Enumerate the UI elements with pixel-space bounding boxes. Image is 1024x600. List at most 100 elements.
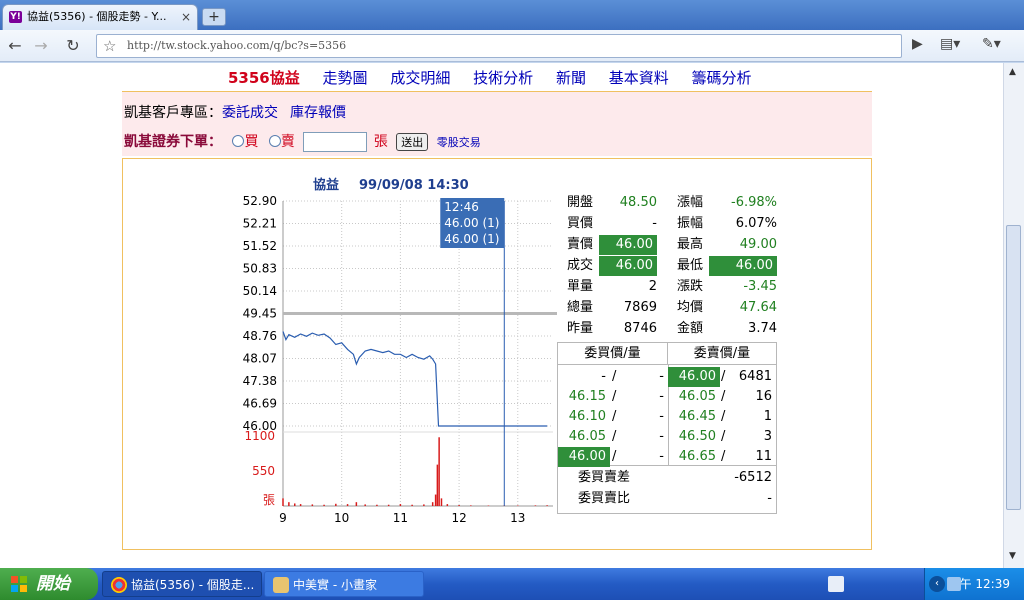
tooltip-price: 46.00 (1) xyxy=(444,216,499,230)
inventory-link[interactable]: 庫存報價 xyxy=(290,105,346,121)
y-tick-label: 52.90 xyxy=(243,194,277,208)
submit-button[interactable]: 送出 xyxy=(396,133,429,151)
y-tick-label: 52.21 xyxy=(243,217,277,231)
order-buy-sep: / xyxy=(612,389,617,404)
buy-header: 委買價/量 xyxy=(558,343,668,365)
prev-volume-label: 昨量 xyxy=(567,321,594,336)
scrollbar-thumb[interactable] xyxy=(1006,225,1021,510)
change-value: -3.45 xyxy=(743,279,777,294)
avg-price-value: 47.64 xyxy=(739,300,777,315)
chart-datetime: 99/09/08 14:30 xyxy=(359,178,469,193)
start-label: 開始 xyxy=(36,574,70,594)
system-tray: ‹ 上午 12:39 xyxy=(924,568,1024,600)
order-buy-qty: - xyxy=(659,369,664,384)
chrome-icon xyxy=(111,577,127,593)
odd-lot-link[interactable]: 零股交易 xyxy=(437,136,481,149)
y-tick-label: 50.14 xyxy=(243,284,277,298)
minimize-button[interactable] xyxy=(924,0,954,18)
nav-link-basic[interactable]: 基本資料 xyxy=(609,69,669,87)
order-buy-price: 46.15 xyxy=(568,389,606,404)
last-label: 成交 xyxy=(567,258,594,273)
amplitude-label: 振幅 xyxy=(677,216,704,231)
play-icon[interactable]: ▶ xyxy=(912,36,923,52)
change-pct-label: 漲幅 xyxy=(677,195,704,210)
taskbar-item-browser[interactable]: 協益(5356) - 個股走... xyxy=(102,571,262,597)
forward-arrow-icon[interactable]: → xyxy=(30,36,52,56)
order-buy-qty: - xyxy=(659,449,664,464)
window-controls xyxy=(924,0,1024,22)
page-scrollbar[interactable]: ▲ ▼ xyxy=(1003,63,1024,568)
address-bar[interactable]: ☆ http://tw.stock.yahoo.com/q/bc?s=5356 xyxy=(96,34,902,58)
order-buy-qty: - xyxy=(659,409,664,424)
change-pct-value: -6.98% xyxy=(731,195,777,210)
chart-stock-name: 協益 xyxy=(313,177,339,193)
network-icon[interactable] xyxy=(947,577,961,591)
stock-code: 5356 xyxy=(228,69,270,87)
open-value: 48.50 xyxy=(619,195,657,210)
order-ratio-label: 委買賣比 xyxy=(578,491,631,506)
stock-name: 協益 xyxy=(269,69,300,87)
order-book: 委買價/量 委賣價/量 - / -46.00/6481 46.15/-46.05/16… xyxy=(557,342,777,514)
bookmark-star-icon[interactable]: ☆ xyxy=(103,37,116,55)
entrust-link[interactable]: 委託成交 xyxy=(222,105,278,121)
back-arrow-icon[interactable]: ← xyxy=(4,36,26,56)
sell-radio[interactable] xyxy=(268,135,281,147)
order-sell-price: 46.45 xyxy=(678,409,716,424)
order-ratio-value: - xyxy=(767,491,772,506)
close-window-button[interactable] xyxy=(984,0,1014,18)
order-buy-sep: / xyxy=(612,409,617,424)
paint-icon xyxy=(273,577,289,593)
tray-app-icon[interactable] xyxy=(828,576,844,592)
tab-close-icon[interactable]: × xyxy=(181,5,191,29)
tab-title: 協益(5356) - 個股走勢 - Y... xyxy=(27,10,167,23)
order-sell-qty: 1 xyxy=(763,409,772,424)
browser-tab[interactable]: Y! 協益(5356) - 個股走勢 - Y... × xyxy=(2,4,198,30)
page-content: 5356協益 走勢圖 成交明細 技術分析 新聞 基本資料 籌碼分析 凱基客戶專區… xyxy=(0,63,1003,568)
taskbar-item-paint[interactable]: 中美實 - 小畫家 xyxy=(264,571,424,597)
nav-link-news[interactable]: 新聞 xyxy=(556,69,586,87)
order-buy-price: 46.10 xyxy=(568,409,606,424)
browser-toolbar: ← → ↻ ☆ http://tw.stock.yahoo.com/q/bc?s… xyxy=(0,30,1024,62)
new-tab-button[interactable]: + xyxy=(202,8,226,26)
buy-radio[interactable] xyxy=(232,135,245,147)
y-axis-ticks: 52.90 52.21 51.52 50.83 50.14 49.45 48.76 48.07… xyxy=(243,194,277,433)
last-value: 46.00 xyxy=(599,256,657,276)
page-menu-icon[interactable]: ▤▾ xyxy=(940,36,960,52)
nav-link-trend[interactable]: 走勢圖 xyxy=(323,69,368,87)
y-tick-label: 46.69 xyxy=(243,397,277,411)
broker-panel: 凱基客戶專區：委託成交 庫存報價 凱基證券下單： 買 賣 張 送出 零股交易 xyxy=(122,92,872,156)
wrench-menu-icon[interactable]: ✎▾ xyxy=(982,36,1001,52)
single-volume-label: 單量 xyxy=(567,279,594,294)
quantity-input[interactable] xyxy=(303,132,368,152)
sell-header: 委賣價/量 xyxy=(668,343,776,365)
order-diff-value: -6512 xyxy=(734,470,772,485)
ask-value: 46.00 xyxy=(599,235,657,255)
tooltip-time: 12:46 xyxy=(444,200,479,214)
start-button[interactable]: 開始 xyxy=(0,568,98,600)
volume-bars xyxy=(282,437,548,506)
x-tick-label: 9 xyxy=(279,511,287,525)
open-label: 開盤 xyxy=(567,195,594,210)
x-axis-ticks: 9 10 11 12 13 xyxy=(279,511,525,525)
y-tick-label: 48.76 xyxy=(243,329,277,343)
nav-link-technical[interactable]: 技術分析 xyxy=(473,69,533,87)
windows-flag-icon xyxy=(11,576,27,592)
maximize-button[interactable] xyxy=(954,0,984,18)
nav-link-details[interactable]: 成交明細 xyxy=(390,69,450,87)
low-value: 46.00 xyxy=(709,256,777,276)
tray-expand-icon[interactable]: ‹ xyxy=(929,576,945,592)
scroll-down-icon[interactable]: ▼ xyxy=(1009,551,1016,561)
scroll-up-icon[interactable]: ▲ xyxy=(1009,67,1016,77)
chart-grid xyxy=(282,200,553,507)
order-sell-price: 46.50 xyxy=(678,429,716,444)
reload-icon[interactable]: ↻ xyxy=(62,36,84,56)
nav-link-chips[interactable]: 籌碼分析 xyxy=(692,69,752,87)
high-label: 最高 xyxy=(677,237,704,252)
y-tick-label: 49.45 xyxy=(243,307,277,321)
order-label: 凱基證券下單： xyxy=(124,134,222,150)
order-buy-sep: / xyxy=(612,369,617,384)
order-sell-qty: 3 xyxy=(763,429,772,444)
taskbar-item-paint-label: 中美實 - 小畫家 xyxy=(293,578,377,592)
broker-zone-label: 凱基客戶專區： xyxy=(124,105,222,121)
browser-tab-strip: Y! 協益(5356) - 個股走勢 - Y... × + xyxy=(0,0,1024,30)
